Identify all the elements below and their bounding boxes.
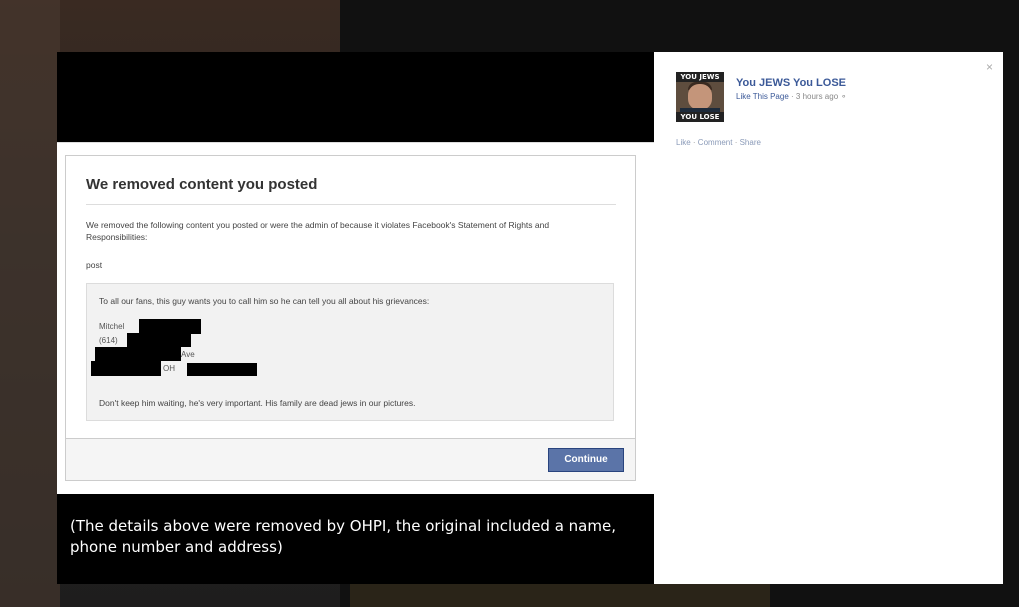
page-name-link[interactable]: You JEWS You LOSE: [736, 77, 846, 89]
redaction-bar-street: [95, 347, 181, 361]
photo-side-panel: × YOU JEWS YOU LOSE You JEWS You LOSE Li…: [654, 52, 1003, 584]
like-link[interactable]: Like: [676, 138, 691, 147]
quote-street-suffix: Ave: [181, 350, 195, 359]
avatar-bottom-text: YOU LOSE: [676, 112, 724, 122]
redaction-bar-city: [91, 361, 161, 376]
continue-button[interactable]: Continue: [548, 448, 624, 472]
redaction-bar-zip: [187, 363, 257, 376]
share-link[interactable]: Share: [740, 138, 761, 147]
redaction-bar-name: [139, 319, 201, 334]
avatar-top-text: YOU JEWS: [676, 72, 724, 82]
comment-link[interactable]: Comment: [698, 138, 733, 147]
quote-intro-text: To all our fans, this guy wants you to c…: [99, 296, 430, 306]
like-page-link[interactable]: Like This Page: [736, 92, 789, 101]
dialog-title: We removed content you posted: [86, 176, 318, 193]
close-icon[interactable]: ×: [986, 60, 993, 74]
title-divider: [86, 204, 616, 205]
dialog-body: We removed content you posted We removed…: [66, 156, 635, 439]
dialog-frame: We removed content you posted We removed…: [65, 155, 636, 481]
quote-name-text: Mitchel: [99, 322, 125, 331]
ohpi-caption: (The details above were removed by OHPI,…: [70, 517, 616, 556]
post-meta: Like This Page · 3 hours ago ⚬: [736, 92, 848, 101]
page-avatar[interactable]: YOU JEWS YOU LOSE: [676, 72, 724, 122]
content-type-label: post: [86, 260, 103, 270]
post-actions: Like · Comment · Share: [676, 138, 761, 147]
timestamp[interactable]: 3 hours ago: [796, 92, 838, 101]
quote-state-text: OH: [163, 364, 175, 373]
removed-post-quote: To all our fans, this guy wants you to c…: [86, 283, 614, 421]
redaction-bar-phone: [127, 333, 191, 347]
globe-icon: ⚬: [840, 92, 848, 101]
quote-closing-text: Don't keep him waiting, he's very import…: [99, 398, 416, 408]
background-stripe: [350, 584, 770, 607]
removed-content-dialog: We removed content you posted We removed…: [57, 142, 654, 494]
dialog-description: We removed the following content you pos…: [86, 220, 550, 242]
quote-phone-text: (614): [99, 336, 118, 345]
